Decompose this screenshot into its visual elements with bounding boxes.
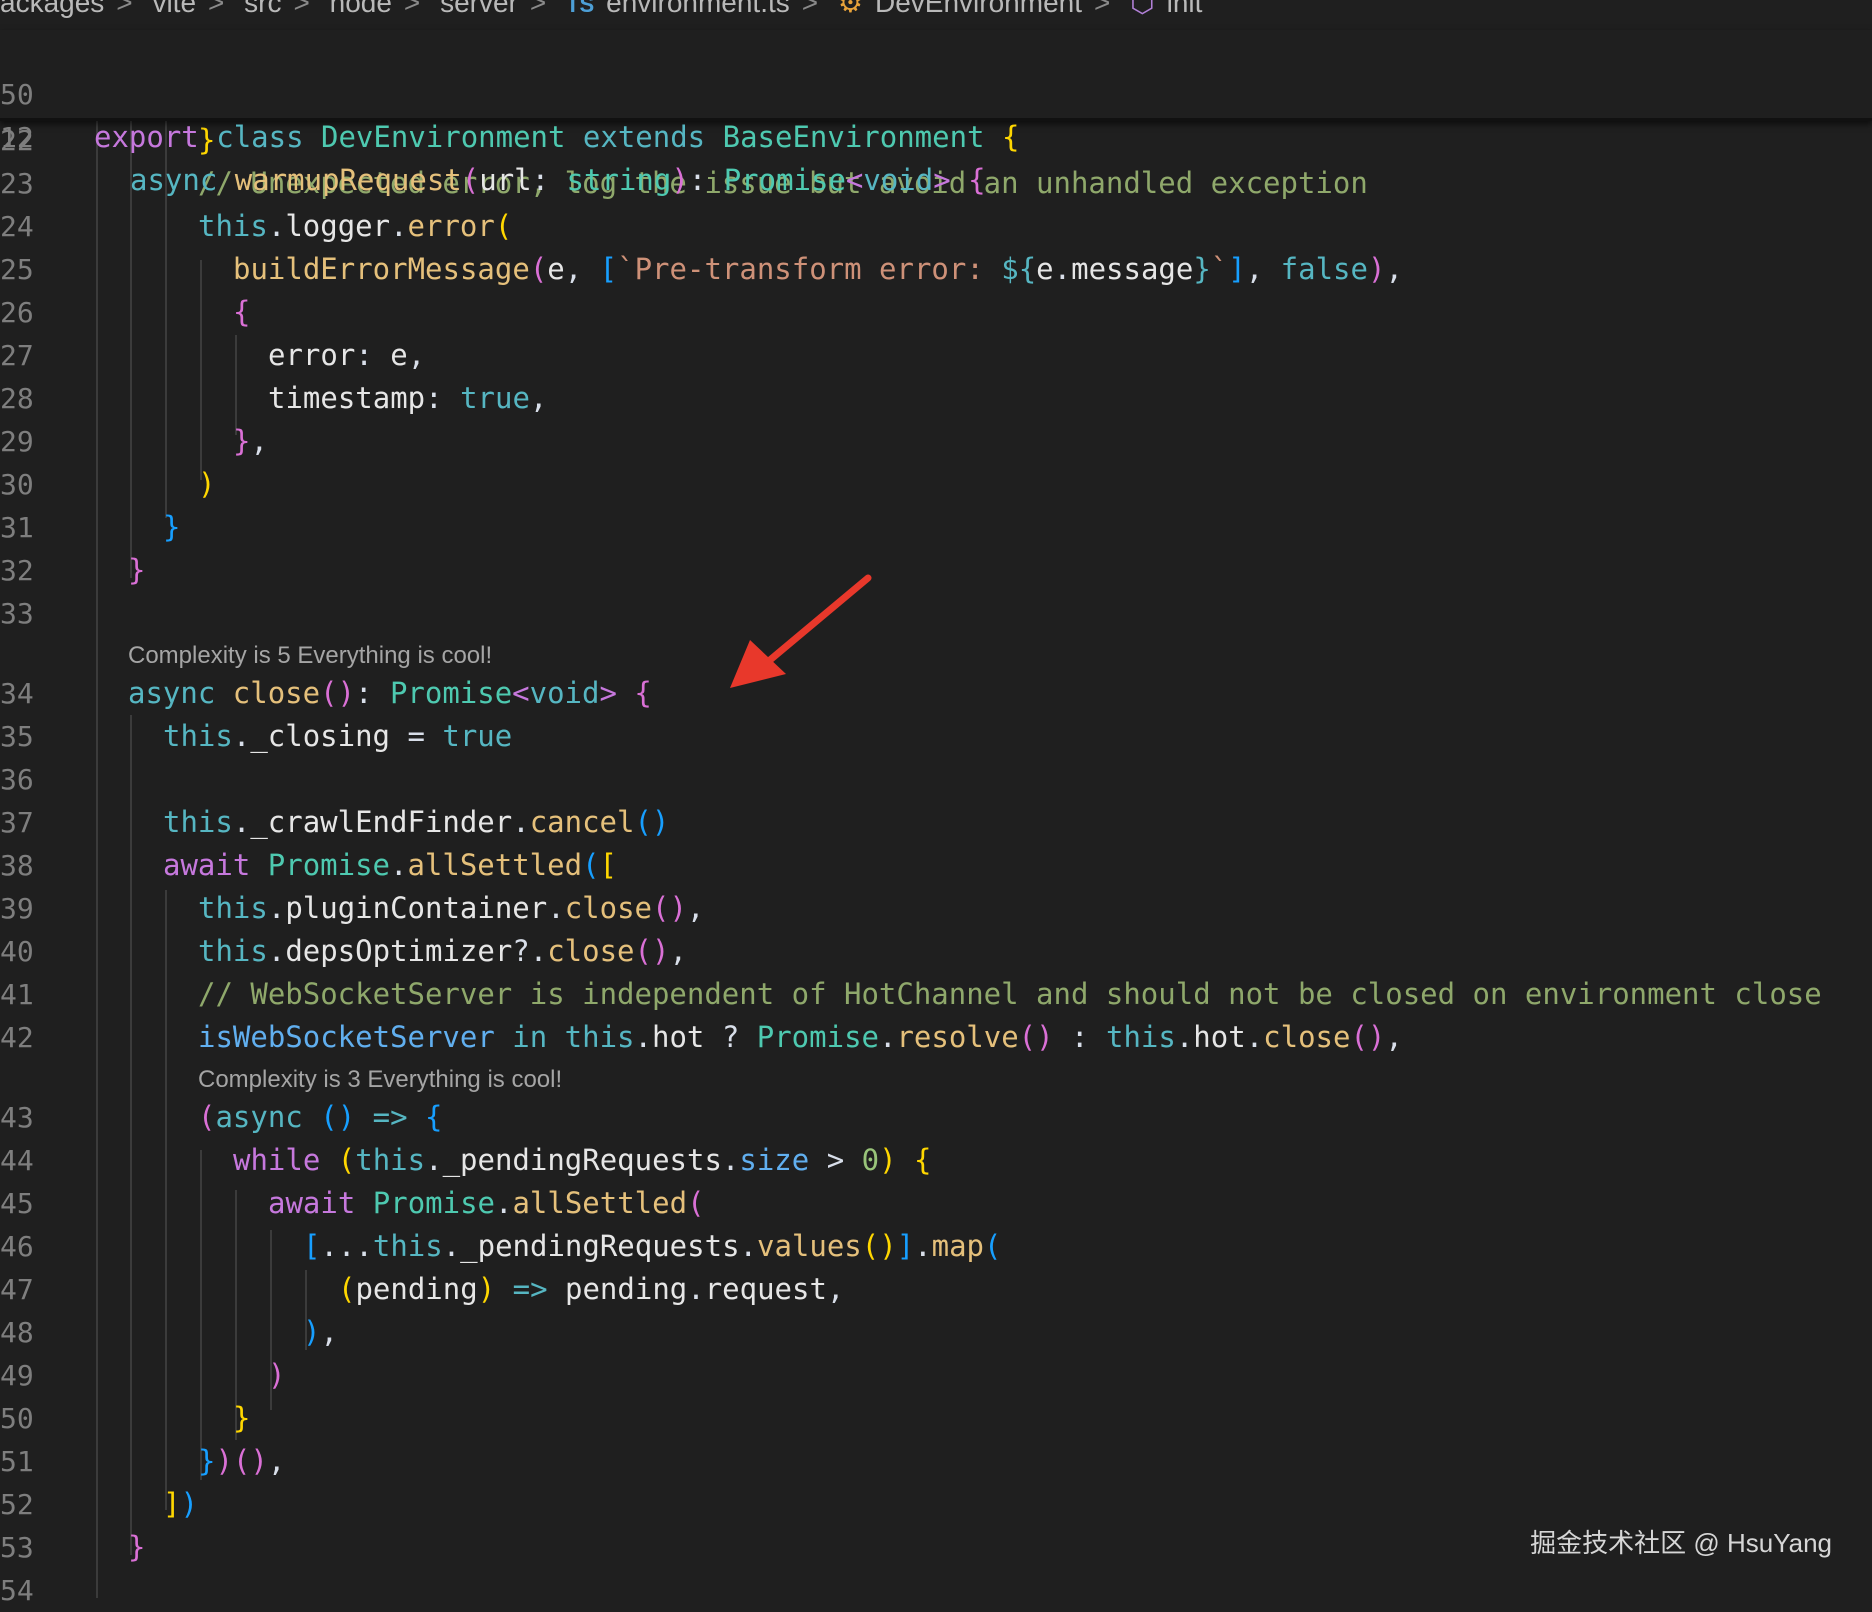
line-number: 35	[0, 720, 34, 753]
line-number: 40	[0, 935, 34, 968]
code-text[interactable]: this._crawlEndFinder.cancel()	[163, 801, 669, 844]
breadcrumb-item-node[interactable]: node	[330, 0, 392, 19]
breadcrumb-separator: >	[116, 0, 133, 18]
codelens-complexity[interactable]: Complexity is 5 Everything is cool!	[128, 642, 492, 670]
code-text[interactable]: )	[268, 1354, 285, 1397]
watermark: 掘金技术社区 @ HsuYang	[1530, 1528, 1832, 1558]
breadcrumb-item-method[interactable]: init	[1167, 0, 1203, 19]
line-number: 27	[0, 339, 34, 372]
line-number: 41	[0, 978, 34, 1011]
breadcrumb-separator: >	[403, 0, 421, 18]
breadcrumb: ackages > vite > src > node > server > TS envi…	[0, 0, 1214, 26]
code-text[interactable]: {	[233, 291, 250, 334]
line-number: 52	[0, 1488, 34, 1521]
code-text[interactable]: this.pluginContainer.close(),	[198, 887, 704, 930]
code-text[interactable]: [...this._pendingRequests.values()].map(	[303, 1225, 1001, 1268]
code-text[interactable]: }	[233, 1397, 250, 1440]
code-text[interactable]: (async () => {	[198, 1096, 443, 1139]
line-number: 36	[0, 763, 34, 796]
annotation-arrow-icon	[730, 574, 872, 688]
code-text[interactable]: this._closing = true	[163, 715, 512, 758]
class-symbol-icon: ⚙	[837, 0, 864, 18]
breadcrumb-separator: >	[1094, 0, 1111, 18]
breadcrumb-item-packages[interactable]: ackages	[0, 0, 104, 19]
code-text[interactable]: isWebSocketServer in this.hot ? Promise.…	[198, 1016, 1403, 1059]
code-text[interactable]: }	[163, 506, 180, 549]
breadcrumb-item-class[interactable]: DevEnvironment	[875, 0, 1082, 19]
line-number: 37	[0, 806, 34, 839]
breadcrumb-separator: >	[529, 0, 547, 18]
code-text[interactable]: error: e,	[268, 334, 425, 377]
breadcrumb-item-server[interactable]: server	[440, 0, 518, 19]
code-text[interactable]: await Promise.allSettled([	[163, 844, 617, 887]
code-text[interactable]: ])	[163, 1483, 198, 1526]
line-number: 54	[0, 1574, 34, 1607]
breadcrumb-separator: >	[293, 0, 310, 18]
code-text[interactable]: while (this._pendingRequests.size > 0) {	[233, 1139, 932, 1182]
line-number: 43	[0, 1101, 34, 1134]
code-text[interactable]: )	[198, 463, 215, 506]
line-number: 39	[0, 892, 34, 925]
typescript-file-icon: TS	[566, 0, 595, 17]
line-number: 46	[0, 1230, 34, 1263]
breadcrumb-separator: >	[801, 0, 819, 18]
line-number: 30	[0, 468, 34, 501]
code-text[interactable]: async warmupRequest(url: string): Promis…	[130, 159, 986, 202]
indent-guide	[200, 260, 202, 480]
code-text[interactable]: async close(): Promise<void> {	[128, 672, 652, 715]
line-number: 51	[0, 1445, 34, 1478]
breadcrumb-item-src[interactable]: src	[244, 0, 281, 19]
line-number: 25	[0, 253, 34, 286]
line-number: 31	[0, 511, 34, 544]
code-text[interactable]: // WebSocketServer is independent of Hot…	[198, 973, 1822, 1016]
line-number: 53	[0, 1531, 34, 1564]
line-number: 32	[0, 554, 34, 587]
code-text[interactable]: buildErrorMessage(e, [`Pre-transform err…	[233, 248, 1403, 291]
line-number: 33	[0, 597, 34, 630]
indent-guide	[96, 118, 98, 1598]
line-number: 26	[0, 296, 34, 329]
code-text[interactable]: }	[128, 1526, 145, 1569]
code-text[interactable]: await Promise.allSettled(	[268, 1182, 705, 1225]
breadcrumb-item-file[interactable]: environment.ts	[606, 0, 790, 19]
code-text[interactable]: ),	[303, 1311, 338, 1354]
code-text[interactable]: timestamp: true,	[268, 377, 547, 420]
line-number: 38	[0, 849, 34, 882]
code-text[interactable]: (pending) => pending.request,	[338, 1268, 844, 1311]
code-text[interactable]: }	[128, 549, 145, 592]
line-number: 50	[0, 1402, 34, 1435]
code-text[interactable]: this.depsOptimizer?.close(),	[198, 930, 687, 973]
line-number: 47	[0, 1273, 34, 1306]
method-symbol-icon: ⬡	[1130, 0, 1155, 18]
breadcrumb-item-vite[interactable]: vite	[152, 0, 196, 19]
code-line: 50 export class DevEnvironment extends B…	[0, 30, 1019, 154]
line-number: 49	[0, 1359, 34, 1392]
sticky-scroll-header[interactable]: 50 export class DevEnvironment extends B…	[0, 30, 1872, 197]
code-text[interactable]: })(),	[198, 1440, 285, 1483]
line-number: 44	[0, 1144, 34, 1177]
indent-guide	[200, 1150, 202, 1480]
breadcrumb-separator: >	[208, 0, 225, 18]
line-number: 29	[0, 425, 34, 458]
line-number: 42	[0, 1021, 34, 1054]
line-number: 34	[0, 677, 34, 710]
code-text[interactable]: },	[233, 420, 268, 463]
indent-guide	[165, 890, 167, 1510]
code-text[interactable]: this.logger.error(	[198, 205, 512, 248]
line-number: 45	[0, 1187, 34, 1220]
code-line: 12 async warmupRequest(url: string): Pro…	[0, 73, 986, 197]
line-number: 28	[0, 382, 34, 415]
code-text[interactable]: export class DevEnvironment extends Base…	[94, 116, 1019, 159]
line-number: 12	[0, 121, 34, 154]
line-number: 48	[0, 1316, 34, 1349]
indent-guide	[130, 715, 132, 1555]
codelens-complexity[interactable]: Complexity is 3 Everything is cool!	[198, 1066, 562, 1094]
